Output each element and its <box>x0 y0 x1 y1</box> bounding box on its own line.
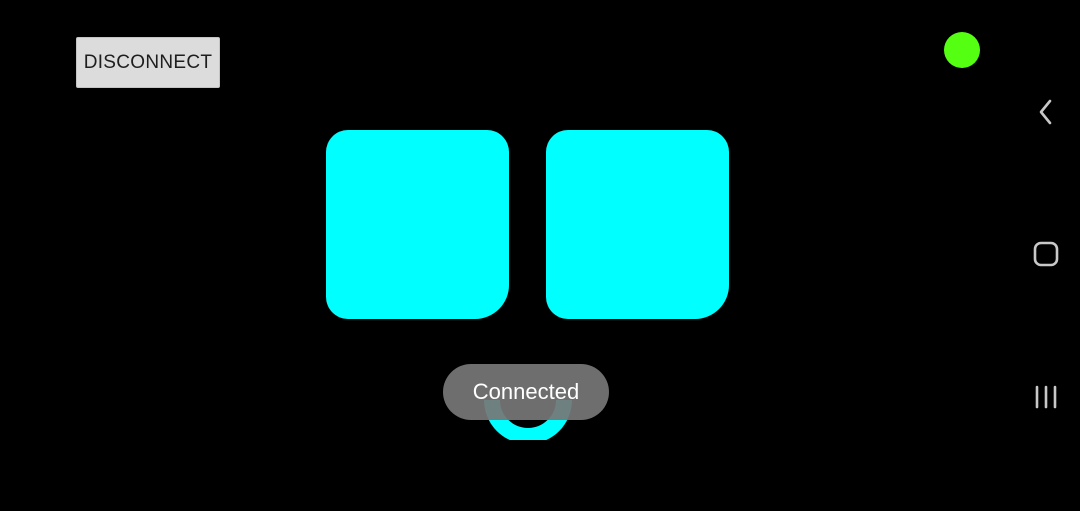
left-eye <box>326 130 509 319</box>
home-icon <box>1033 241 1059 267</box>
robot-face-screen: DISCONNECT Connected <box>0 0 1080 511</box>
nav-back-button[interactable] <box>1022 88 1070 136</box>
recents-icon <box>1035 385 1057 409</box>
toast-text: Connected <box>472 379 580 404</box>
nav-home-button[interactable] <box>1022 230 1070 278</box>
disconnect-button[interactable]: DISCONNECT <box>76 37 220 88</box>
nav-recents-button[interactable] <box>1022 373 1070 421</box>
right-eye <box>546 130 729 319</box>
toast-message: Connected <box>443 364 609 420</box>
back-icon <box>1039 99 1052 125</box>
connection-status-indicator <box>944 32 980 68</box>
